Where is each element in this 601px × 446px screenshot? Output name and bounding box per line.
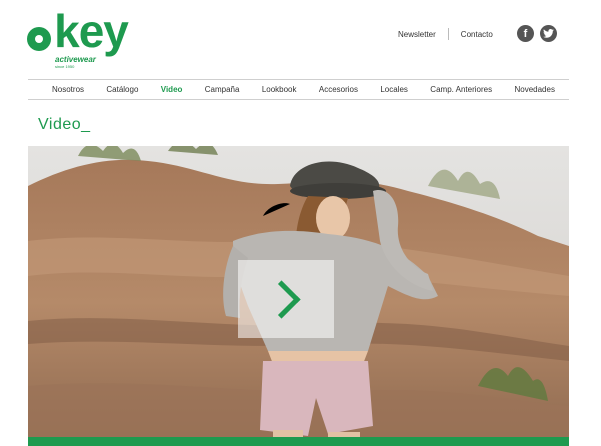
nav-item-catalogo[interactable]: Catálogo bbox=[106, 85, 138, 94]
main-nav: Nosotros Catálogo Video Campaña Lookbook… bbox=[28, 79, 569, 100]
nav-item-video[interactable]: Video bbox=[161, 85, 183, 94]
play-button[interactable] bbox=[238, 260, 334, 338]
nav-item-novedades[interactable]: Novedades bbox=[514, 85, 554, 94]
logo-wordmark: okey bbox=[54, 5, 129, 57]
nav-item-campana[interactable]: Campaña bbox=[205, 85, 240, 94]
nav-item-camp-anteriores[interactable]: Camp. Anteriores bbox=[430, 85, 492, 94]
facebook-icon[interactable]: f bbox=[517, 25, 534, 42]
video-player[interactable] bbox=[28, 146, 569, 446]
brand-logo[interactable]: okey activewear since 1950 bbox=[27, 8, 137, 70]
logo-since: since 1950 bbox=[55, 64, 75, 69]
social-links: f bbox=[517, 25, 557, 42]
top-links-divider bbox=[447, 28, 449, 40]
top-links: Newsletter Contacto bbox=[398, 28, 493, 40]
page-title: Video_ bbox=[38, 116, 91, 133]
nav-item-lookbook[interactable]: Lookbook bbox=[262, 85, 297, 94]
video-bottom-bar bbox=[28, 437, 569, 446]
nav-item-accesorios[interactable]: Accesorios bbox=[319, 85, 358, 94]
twitter-icon[interactable] bbox=[540, 25, 557, 42]
nav-item-nosotros[interactable]: Nosotros bbox=[52, 85, 84, 94]
nav-item-locales[interactable]: Locales bbox=[380, 85, 408, 94]
twitter-bird-shape bbox=[543, 29, 554, 38]
play-chevron-icon bbox=[261, 279, 301, 319]
logo-tagline: activewear bbox=[55, 55, 96, 64]
contact-link[interactable]: Contacto bbox=[461, 30, 493, 39]
newsletter-link[interactable]: Newsletter bbox=[398, 30, 436, 39]
